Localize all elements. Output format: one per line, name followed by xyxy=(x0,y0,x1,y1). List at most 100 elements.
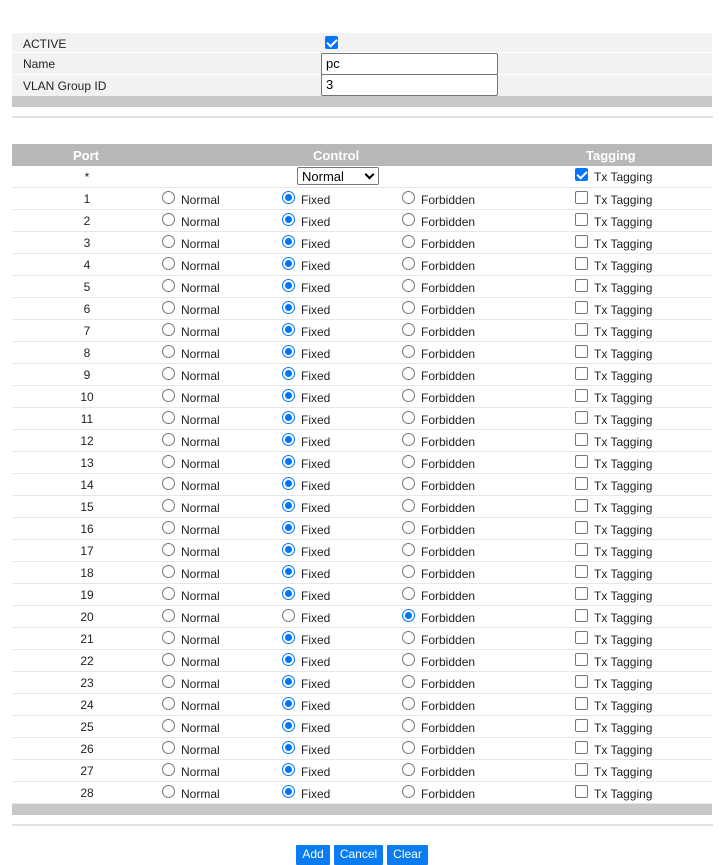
tx-tagging-checkbox[interactable] xyxy=(575,609,588,622)
normal-radio[interactable] xyxy=(162,301,175,314)
fixed-radio[interactable] xyxy=(282,477,295,490)
forbidden-radio[interactable] xyxy=(402,565,415,578)
fixed-radio[interactable] xyxy=(282,411,295,424)
tx-tagging-checkbox[interactable] xyxy=(575,279,588,292)
tx-tagging-checkbox[interactable] xyxy=(575,235,588,248)
tx-tagging-checkbox[interactable] xyxy=(575,477,588,490)
forbidden-radio[interactable] xyxy=(402,301,415,314)
forbidden-radio[interactable] xyxy=(402,367,415,380)
forbidden-radio[interactable] xyxy=(402,785,415,798)
tx-tagging-checkbox[interactable] xyxy=(575,565,588,578)
tx-tagging-checkbox[interactable] xyxy=(575,213,588,226)
fixed-radio[interactable] xyxy=(282,257,295,270)
normal-radio[interactable] xyxy=(162,587,175,600)
name-input[interactable]: pc xyxy=(321,53,498,75)
forbidden-radio[interactable] xyxy=(402,653,415,666)
forbidden-radio[interactable] xyxy=(402,697,415,710)
normal-radio[interactable] xyxy=(162,653,175,666)
normal-radio[interactable] xyxy=(162,499,175,512)
forbidden-radio[interactable] xyxy=(402,521,415,534)
fixed-radio[interactable] xyxy=(282,565,295,578)
fixed-radio[interactable] xyxy=(282,213,295,226)
tx-tagging-checkbox[interactable] xyxy=(575,741,588,754)
fixed-radio[interactable] xyxy=(282,763,295,776)
forbidden-radio[interactable] xyxy=(402,411,415,424)
normal-radio[interactable] xyxy=(162,609,175,622)
tx-tagging-checkbox[interactable] xyxy=(575,433,588,446)
fixed-radio[interactable] xyxy=(282,741,295,754)
tx-tagging-checkbox[interactable] xyxy=(575,323,588,336)
fixed-radio[interactable] xyxy=(282,323,295,336)
normal-radio[interactable] xyxy=(162,631,175,644)
forbidden-radio[interactable] xyxy=(402,675,415,688)
tx-tagging-checkbox[interactable] xyxy=(575,543,588,556)
normal-radio[interactable] xyxy=(162,235,175,248)
tx-tagging-checkbox[interactable] xyxy=(575,257,588,270)
tx-tagging-checkbox[interactable] xyxy=(575,168,588,181)
normal-radio[interactable] xyxy=(162,345,175,358)
tx-tagging-checkbox[interactable] xyxy=(575,697,588,710)
normal-radio[interactable] xyxy=(162,697,175,710)
forbidden-radio[interactable] xyxy=(402,433,415,446)
fixed-radio[interactable] xyxy=(282,345,295,358)
tx-tagging-checkbox[interactable] xyxy=(575,763,588,776)
tx-tagging-checkbox[interactable] xyxy=(575,653,588,666)
tx-tagging-checkbox[interactable] xyxy=(575,785,588,798)
tx-tagging-checkbox[interactable] xyxy=(575,521,588,534)
tx-tagging-checkbox[interactable] xyxy=(575,411,588,424)
normal-radio[interactable] xyxy=(162,763,175,776)
tx-tagging-checkbox[interactable] xyxy=(575,367,588,380)
tx-tagging-checkbox[interactable] xyxy=(575,719,588,732)
fixed-radio[interactable] xyxy=(282,587,295,600)
cancel-button[interactable]: Cancel xyxy=(334,845,383,865)
tx-tagging-checkbox[interactable] xyxy=(575,675,588,688)
forbidden-radio[interactable] xyxy=(402,763,415,776)
forbidden-radio[interactable] xyxy=(402,587,415,600)
vlan-group-input[interactable]: 3 xyxy=(321,74,498,96)
tx-tagging-checkbox[interactable] xyxy=(575,455,588,468)
fixed-radio[interactable] xyxy=(282,367,295,380)
forbidden-radio[interactable] xyxy=(402,389,415,402)
normal-radio[interactable] xyxy=(162,719,175,732)
normal-radio[interactable] xyxy=(162,367,175,380)
normal-radio[interactable] xyxy=(162,257,175,270)
fixed-radio[interactable] xyxy=(282,191,295,204)
tx-tagging-checkbox[interactable] xyxy=(575,191,588,204)
forbidden-radio[interactable] xyxy=(402,719,415,732)
forbidden-radio[interactable] xyxy=(402,191,415,204)
tx-tagging-checkbox[interactable] xyxy=(575,389,588,402)
forbidden-radio[interactable] xyxy=(402,279,415,292)
fixed-radio[interactable] xyxy=(282,455,295,468)
forbidden-radio[interactable] xyxy=(402,323,415,336)
fixed-radio[interactable] xyxy=(282,389,295,402)
normal-radio[interactable] xyxy=(162,675,175,688)
normal-radio[interactable] xyxy=(162,543,175,556)
normal-radio[interactable] xyxy=(162,741,175,754)
tx-tagging-checkbox[interactable] xyxy=(575,499,588,512)
normal-radio[interactable] xyxy=(162,279,175,292)
normal-radio[interactable] xyxy=(162,389,175,402)
fixed-radio[interactable] xyxy=(282,521,295,534)
fixed-radio[interactable] xyxy=(282,301,295,314)
normal-radio[interactable] xyxy=(162,433,175,446)
forbidden-radio[interactable] xyxy=(402,455,415,468)
normal-radio[interactable] xyxy=(162,477,175,490)
add-button[interactable]: Add xyxy=(296,845,330,865)
tx-tagging-checkbox[interactable] xyxy=(575,631,588,644)
fixed-radio[interactable] xyxy=(282,653,295,666)
normal-radio[interactable] xyxy=(162,785,175,798)
normal-radio[interactable] xyxy=(162,411,175,424)
fixed-radio[interactable] xyxy=(282,675,295,688)
fixed-radio[interactable] xyxy=(282,697,295,710)
fixed-radio[interactable] xyxy=(282,235,295,248)
forbidden-radio[interactable] xyxy=(402,235,415,248)
tx-tagging-checkbox[interactable] xyxy=(575,301,588,314)
normal-radio[interactable] xyxy=(162,565,175,578)
forbidden-radio[interactable] xyxy=(402,477,415,490)
forbidden-radio[interactable] xyxy=(402,213,415,226)
fixed-radio[interactable] xyxy=(282,719,295,732)
normal-radio[interactable] xyxy=(162,521,175,534)
normal-radio[interactable] xyxy=(162,455,175,468)
fixed-radio[interactable] xyxy=(282,543,295,556)
forbidden-radio[interactable] xyxy=(402,631,415,644)
